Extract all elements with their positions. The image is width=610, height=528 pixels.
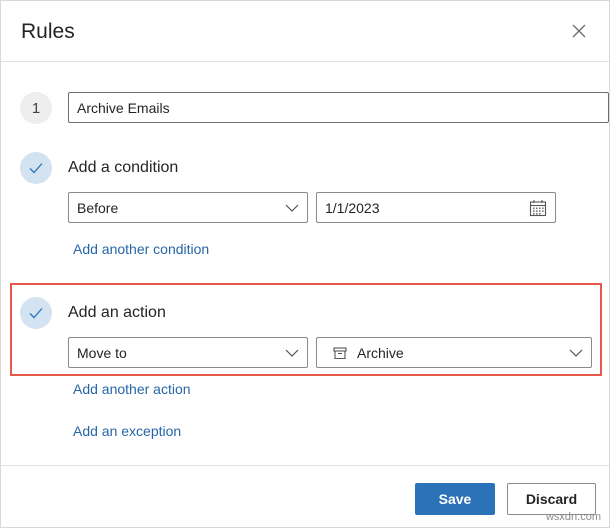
chevron-down-icon: [285, 349, 299, 357]
add-another-action-link[interactable]: Add another action: [73, 381, 191, 397]
condition-check-badge: [20, 152, 52, 184]
rule-name-input[interactable]: [68, 92, 609, 123]
condition-type-select[interactable]: Before: [68, 192, 308, 223]
step-number-badge: 1: [20, 92, 52, 124]
action-type-select[interactable]: Move to: [68, 337, 308, 368]
header-divider: [1, 61, 609, 62]
chevron-down-icon: [569, 349, 583, 357]
action-check-badge: [20, 297, 52, 329]
action-folder-value: Archive: [357, 344, 404, 361]
close-button[interactable]: [569, 21, 589, 41]
archive-icon: [333, 346, 347, 359]
condition-type-value: Before: [77, 199, 119, 216]
check-icon: [29, 308, 43, 319]
check-icon: [29, 163, 43, 174]
condition-label: Add a condition: [68, 159, 179, 176]
save-button[interactable]: Save: [415, 483, 495, 515]
condition-date-picker[interactable]: 1/1/2023: [316, 192, 556, 223]
close-icon: [572, 24, 586, 38]
calendar-icon[interactable]: [529, 199, 547, 217]
footer-divider: [1, 465, 609, 466]
step-number: 1: [31, 99, 41, 117]
add-exception-link[interactable]: Add an exception: [73, 423, 181, 439]
watermark: wsxdn.com: [545, 511, 601, 523]
condition-date-value: 1/1/2023: [325, 199, 380, 216]
rules-dialog: Rules 1 Add a condition Before 1/1/2023: [0, 0, 610, 528]
action-type-value: Move to: [77, 344, 127, 361]
chevron-down-icon: [285, 204, 299, 212]
action-label: Add an action: [68, 304, 166, 321]
dialog-title: Rules: [21, 20, 75, 43]
action-folder-select[interactable]: Archive: [316, 337, 592, 368]
add-another-condition-link[interactable]: Add another condition: [73, 241, 209, 257]
